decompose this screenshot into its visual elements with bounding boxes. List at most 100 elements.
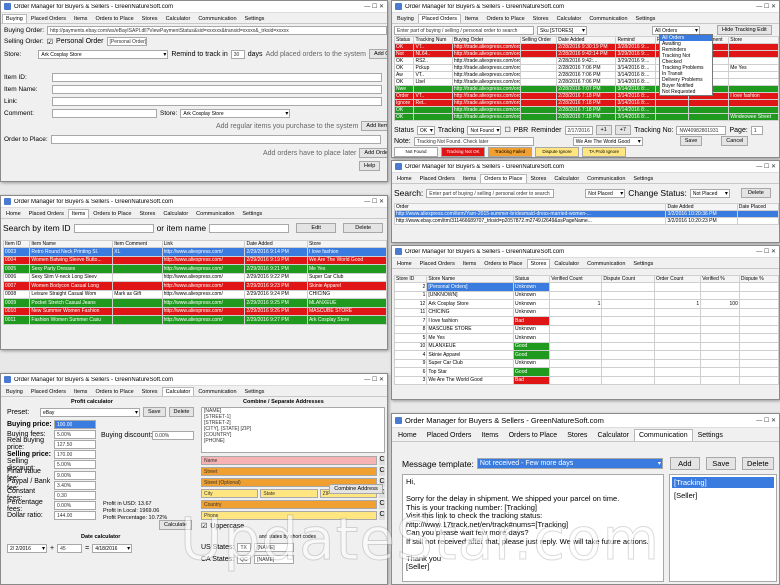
table-row[interactable]: 11 CHICING Unknown <box>393 307 779 317</box>
tab-communication[interactable]: Communication <box>194 14 240 23</box>
status-select[interactable]: OK <box>416 125 435 135</box>
message-body[interactable]: Hi, Sorry for the delay in shipment. We s… <box>402 474 664 582</box>
tab-stores[interactable]: Stores <box>138 387 162 396</box>
tab-home[interactable]: Home <box>393 259 416 268</box>
add-item-button[interactable]: Add Item <box>361 121 387 131</box>
column-header[interactable]: Dispute Count <box>601 275 655 283</box>
column-header[interactable]: Date Added <box>244 240 308 248</box>
window-controls[interactable]: — ☐ ✕ <box>364 376 384 383</box>
search-input[interactable]: Enter part of buying / selling / persona… <box>426 188 555 198</box>
table-row[interactable]: OK Lbel http://trade.aliexpress.com/ord.. 2… <box>393 78 779 86</box>
delete-button[interactable]: Delete <box>740 188 771 198</box>
item-name-input[interactable] <box>52 85 382 94</box>
table-row[interactable]: OK http://trade.aliexpress.com/ord.. 2/28/… <box>393 106 779 114</box>
tab-placed-orders[interactable]: Placed Orders <box>417 14 461 23</box>
tab-calculator[interactable]: Calculator <box>550 259 583 268</box>
tab-stores[interactable]: Stores <box>562 429 592 441</box>
tab-communication[interactable]: Communication <box>585 14 631 23</box>
address-template[interactable]: [NAME] [STREET-1] [STREET-2] [CITY], [STATE… <box>201 407 385 453</box>
window-controls[interactable]: — ☐ ✕ <box>364 198 384 205</box>
page-input[interactable]: 1 <box>750 125 763 135</box>
tab-communication[interactable]: Communication <box>583 259 629 268</box>
calc-field-input[interactable]: 144.00 <box>54 511 96 521</box>
us-code[interactable]: TX <box>237 543 252 552</box>
table-row[interactable]: 2 [Personal Orders] Unknown <box>393 282 779 292</box>
store-select[interactable]: Ark Cosplay Store <box>38 49 169 59</box>
address-field[interactable]: Street <box>201 467 377 476</box>
status-filter[interactable]: Not Placed <box>585 188 626 198</box>
days-input[interactable]: 45 <box>57 544 83 553</box>
help-button[interactable]: Help <box>359 161 381 171</box>
tracking-select[interactable]: Not Found <box>467 125 502 135</box>
clear-icon[interactable]: C <box>379 511 385 520</box>
filter-chip[interactable]: Tracking Failed <box>488 147 532 157</box>
edit-button[interactable]: Edit <box>296 223 337 233</box>
table-row[interactable]: 4 Skinie Apparel Good <box>393 350 779 360</box>
date-start[interactable]: 2/ 2/2016 <box>7 544 47 553</box>
tab-orders-to-place[interactable]: Orders to Place <box>480 174 527 183</box>
table-row[interactable]: http://www.ebay.com/itm/311466689707_trk… <box>393 217 779 225</box>
calculate-button[interactable]: Calculate <box>159 520 192 530</box>
tab-stores[interactable]: Stores <box>138 14 162 23</box>
column-header[interactable]: Buying Order <box>451 36 521 44</box>
calc-field-input[interactable]: 3.40% <box>54 480 96 490</box>
reminder-date[interactable]: 2/17/2016 <box>564 125 593 135</box>
tab-orders-to-place[interactable]: Orders to Place <box>89 209 135 218</box>
calc-field-input[interactable]: 127.50 <box>54 439 96 449</box>
column-header[interactable]: Store <box>728 36 779 44</box>
tab-items[interactable]: Items <box>67 209 90 218</box>
tab-stores[interactable]: Stores <box>136 209 160 218</box>
tab-home[interactable]: Home <box>393 174 416 183</box>
tab-placed-orders[interactable]: Placed Orders <box>27 14 70 23</box>
column-header[interactable]: Store ID <box>393 275 428 283</box>
seller-tag[interactable]: [Seller] <box>672 490 774 501</box>
tab-stores[interactable]: Stores <box>526 259 551 268</box>
tracking-tag[interactable]: [Tracking] <box>672 477 774 488</box>
calc-field-input[interactable]: 0.30 <box>54 490 96 500</box>
tab-home[interactable]: Home <box>393 429 422 441</box>
table-row[interactable]: 6 Top Star Good <box>393 367 779 377</box>
store2-select[interactable]: Ark Cosplay Store <box>180 109 291 118</box>
column-header[interactable]: Verified % <box>700 275 740 283</box>
tab-placed-orders[interactable]: Placed Orders <box>27 387 70 396</box>
search-input[interactable]: Enter part of buying / selling / persona… <box>394 25 534 35</box>
column-header[interactable]: Date Placed <box>736 203 779 211</box>
address-field[interactable]: State <box>260 489 318 498</box>
pbr-checkbox[interactable]: ☐ <box>504 126 510 134</box>
buying-discount-input[interactable]: 0.00% <box>152 431 194 440</box>
personal-checkbox[interactable]: ☑ <box>47 38 53 46</box>
item-name-search[interactable] <box>209 223 290 233</box>
save-button[interactable]: Save <box>679 136 703 146</box>
order-place-input[interactable] <box>50 135 381 144</box>
plus1-button[interactable]: +1 <box>595 125 612 135</box>
tab-settings[interactable]: Settings <box>241 14 269 23</box>
tab-settings[interactable]: Settings <box>238 209 266 218</box>
table-row[interactable]: 0009 Pocket Stretch Casual Jeans http://ww… <box>2 298 387 308</box>
calc-field-input[interactable]: 100.00 <box>54 419 96 429</box>
tab-orders-to-place[interactable]: Orders to Place <box>480 259 526 268</box>
preset-select[interactable]: eBay <box>40 407 140 417</box>
table-row[interactable]: Nwe http://trade.aliexpress.com/ord.. 2/28… <box>393 85 779 93</box>
filter-chip[interactable]: Dispute Ignore <box>535 147 579 157</box>
table-row[interactable]: 0005 Sexy Party Dresses http://www.aliexpr… <box>2 264 387 274</box>
calc-field-input[interactable]: 5.00% <box>54 460 96 470</box>
tab-calculator[interactable]: Calculator <box>592 429 634 441</box>
table-row[interactable]: Ignore Ret.. http://trade.aliexpress.com/o… <box>393 99 779 107</box>
tab-placed-orders[interactable]: Placed Orders <box>25 209 68 218</box>
combine-address-button[interactable]: Combine Address <box>329 484 383 494</box>
column-header[interactable]: Item Name <box>29 240 114 248</box>
order-filter-dropdown[interactable]: All Orders Awaiting Reminders Tracking Not … <box>659 34 713 96</box>
tab-settings[interactable]: Settings <box>632 14 660 23</box>
change-status-select[interactable]: Not Placed <box>689 188 730 198</box>
window-controls[interactable]: — ☐ ✕ <box>364 3 384 10</box>
dropdown-option[interactable]: Not Requested <box>660 89 712 95</box>
tab-settings[interactable]: Settings <box>629 174 657 183</box>
column-header[interactable]: Item ID <box>2 240 31 248</box>
personal-input[interactable]: [Personal Order] <box>106 37 147 46</box>
date-result[interactable]: 4/18/2016 <box>92 544 133 553</box>
window-controls[interactable]: — ☐ ✕ <box>756 417 776 424</box>
tab-buying[interactable]: Buying <box>2 14 27 23</box>
plus7-button[interactable]: +7 <box>614 125 632 135</box>
tab-orders-to-place[interactable]: Orders to Place <box>482 14 528 23</box>
link-input[interactable] <box>52 97 382 106</box>
